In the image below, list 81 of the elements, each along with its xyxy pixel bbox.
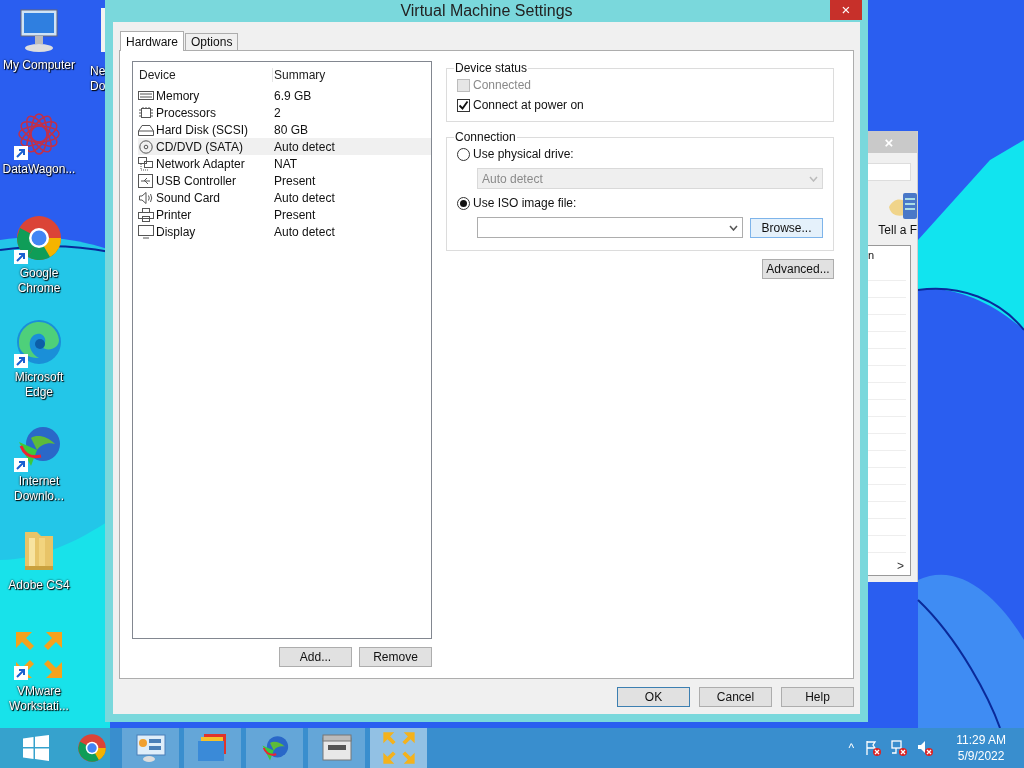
device-summary: 6.9 GB <box>273 88 312 103</box>
scroll-arrow[interactable]: > <box>897 559 910 575</box>
dialog-button[interactable]: OK <box>617 687 690 707</box>
device-row[interactable]: Sound Card Auto detect <box>138 189 431 206</box>
printer-icon <box>138 207 154 222</box>
tab[interactable]: Hardware <box>120 31 185 51</box>
device-summary: NAT <box>273 156 298 171</box>
browse-button[interactable]: Browse... <box>750 217 823 238</box>
column-header: n <box>868 248 876 263</box>
box-icon <box>321 734 352 762</box>
desktop-icon-label[interactable]: DataWagon... <box>0 162 78 177</box>
clock-time[interactable]: 11:29 AM <box>956 732 1006 748</box>
mandala-icon <box>15 110 63 158</box>
device-summary: Auto detect <box>273 139 335 154</box>
close-button[interactable]: × <box>830 0 862 20</box>
device-summary: Auto detect <box>273 224 335 239</box>
toolbar-label[interactable]: Tell a F <box>878 223 917 237</box>
network-icon <box>138 156 154 171</box>
radio-label[interactable]: Use ISO image file: <box>473 196 577 210</box>
chrome-icon <box>77 733 107 763</box>
device-row[interactable]: Printer Present <box>138 206 431 223</box>
control-panel-icon <box>134 733 167 763</box>
device-name: Hard Disk (SCSI) <box>156 122 248 137</box>
device-summary: 2 <box>273 105 281 120</box>
chrome-icon <box>15 214 63 262</box>
windows-logo-icon <box>23 735 49 761</box>
device-summary: Present <box>273 173 316 188</box>
device-summary: 80 GB <box>273 122 309 137</box>
device-row[interactable]: Display Auto detect <box>138 223 431 240</box>
dropdown-caret-icon <box>809 175 818 182</box>
device-row[interactable]: Network Adapter NAT <box>138 155 431 172</box>
device-name: Processors <box>156 105 217 120</box>
disc-icon <box>138 139 154 154</box>
remove-button[interactable]: Remove <box>359 647 432 667</box>
device-summary: Present <box>273 207 316 222</box>
checkbox[interactable] <box>457 98 470 112</box>
device-name: Network Adapter <box>156 156 245 171</box>
vmware-logo-icon <box>381 731 416 765</box>
column-header[interactable]: Summary <box>273 68 423 82</box>
window-title: Virtual Machine Settings <box>400 2 573 20</box>
taskbar-button[interactable] <box>184 728 241 768</box>
clock-date[interactable]: 5/9/2022 <box>957 748 1005 764</box>
device-row[interactable]: Memory 6.9 GB <box>138 87 431 104</box>
device-name: Display <box>156 224 196 239</box>
speaker-icon <box>138 190 154 205</box>
advanced-button[interactable]: Advanced... <box>762 259 834 279</box>
taskbar-button[interactable] <box>122 728 179 768</box>
device-name: USB Controller <box>156 173 237 188</box>
device-name: Memory <box>156 88 200 103</box>
device-name: CD/DVD (SATA) <box>156 139 243 154</box>
usb-icon <box>138 173 154 188</box>
taskbar-button[interactable] <box>308 728 365 768</box>
dialog-button[interactable]: Help <box>781 687 854 707</box>
memory-icon <box>138 88 154 103</box>
edge-icon <box>15 318 63 366</box>
column-header[interactable]: Device <box>138 68 273 82</box>
document-icon <box>101 8 105 52</box>
group-title: Connection <box>454 130 517 144</box>
device-name: Sound Card <box>156 190 221 205</box>
dropdown-caret-icon <box>729 224 738 231</box>
device-row[interactable]: CD/DVD (SATA) Auto detect <box>138 138 431 155</box>
monitor-icon <box>138 224 154 239</box>
desktop-icon-label[interactable]: My Computer <box>0 58 78 73</box>
add-button[interactable]: Add... <box>279 647 352 667</box>
device-row[interactable]: Hard Disk (SCSI) 80 GB <box>138 121 431 138</box>
flag-alert-icon[interactable] <box>864 739 883 757</box>
chip-icon <box>138 105 154 120</box>
group-title: Device status <box>454 61 529 75</box>
tab[interactable]: Options <box>185 33 239 51</box>
device-summary: Auto detect <box>273 190 335 205</box>
device-row[interactable]: Processors 2 <box>138 104 431 121</box>
checkbox-label[interactable]: Connect at power on <box>473 98 584 112</box>
radio-button[interactable] <box>457 196 470 210</box>
desktop-icon-label[interactable]: Ne Do <box>90 64 105 94</box>
network-alert-icon[interactable] <box>890 739 909 757</box>
device-row[interactable]: USB Controller Present <box>138 172 431 189</box>
dialog-button[interactable]: Cancel <box>699 687 772 707</box>
iso-path-field[interactable] <box>477 217 743 238</box>
volume-muted-icon[interactable] <box>916 739 935 757</box>
device-name: Printer <box>156 207 192 222</box>
show-hidden-icons-button[interactable]: ^ <box>846 741 857 755</box>
